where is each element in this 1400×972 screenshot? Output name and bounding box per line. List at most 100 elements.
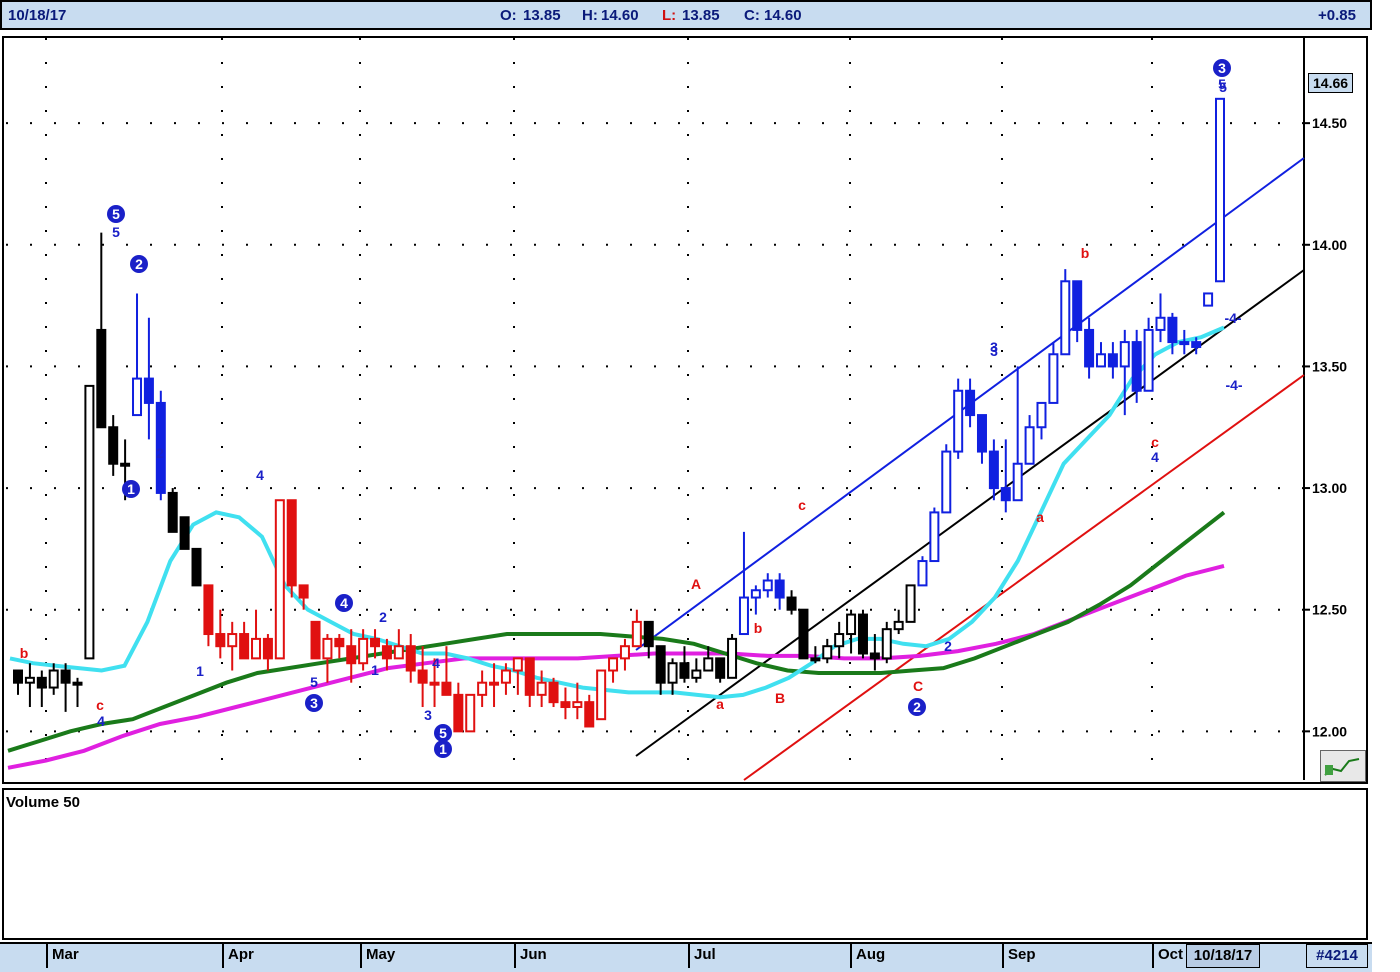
- candle-body: [465, 693, 476, 733]
- month-jun: Jun: [520, 946, 547, 963]
- candle-body: [239, 633, 250, 660]
- candle-body: [1179, 341, 1190, 346]
- candle-body: [417, 669, 428, 684]
- candle-body: [84, 384, 95, 660]
- price-tick-label: 14.50: [1312, 115, 1347, 131]
- wave-label: C: [913, 678, 923, 694]
- candle-body: [1036, 401, 1047, 429]
- candle-body: [132, 377, 143, 417]
- candle-body: [834, 633, 845, 648]
- wave-label: 5: [112, 224, 120, 240]
- candle-body: [370, 637, 381, 648]
- ma-mid-line: [7, 510, 1226, 753]
- candle-body: [1048, 353, 1059, 404]
- wave-label: 3: [424, 707, 432, 723]
- candle-body: [941, 450, 952, 514]
- candle-body: [643, 620, 654, 648]
- wave-label: 2: [913, 699, 921, 715]
- candle-body: [477, 681, 488, 696]
- wave-label: 1: [127, 481, 135, 497]
- candle-body: [572, 701, 583, 709]
- candle-body: [584, 701, 595, 728]
- candle-body: [715, 657, 726, 679]
- wave-label: 4: [432, 655, 440, 671]
- candle-body: [846, 613, 857, 636]
- price-tick-label: 12.00: [1312, 723, 1347, 739]
- candle-body: [1119, 341, 1130, 368]
- candle-body: [1072, 280, 1083, 331]
- candle-body: [857, 613, 868, 655]
- candle-body: [322, 637, 333, 660]
- candle-body: [310, 620, 321, 660]
- candle-body: [179, 516, 190, 550]
- candle-body: [667, 662, 678, 684]
- candle-body: [489, 681, 500, 686]
- wave-label: 3: [990, 339, 998, 355]
- candle-body: [679, 662, 690, 679]
- candle-body: [1203, 292, 1214, 307]
- candle-body: [774, 579, 785, 599]
- candle-body: [405, 645, 416, 672]
- wave-label: 2: [944, 638, 952, 654]
- candle-body: [929, 511, 940, 563]
- candle-body: [512, 657, 523, 672]
- wave-label: -4-: [1225, 377, 1242, 393]
- month-sep: Sep: [1008, 946, 1036, 963]
- candle-body: [1215, 97, 1225, 283]
- candle-body: [798, 608, 809, 660]
- month-tick: [222, 942, 224, 968]
- month-tick: [46, 942, 48, 968]
- wave-label: 5: [439, 725, 447, 741]
- wave-label: A: [691, 576, 701, 592]
- candle-body: [738, 596, 749, 636]
- candle-body: [596, 669, 607, 721]
- month-tick: [1152, 942, 1154, 968]
- price-tick-label: 13.50: [1312, 358, 1347, 374]
- month-tick: [1002, 942, 1004, 968]
- candle-body: [953, 389, 964, 453]
- candle-body: [262, 637, 273, 660]
- candle-body: [917, 560, 928, 587]
- candle-body: [524, 657, 535, 696]
- candle-body: [762, 579, 773, 592]
- candle-body: [1000, 487, 1011, 502]
- wave-label: -4-: [1224, 310, 1241, 326]
- candle-body: [1167, 316, 1178, 344]
- candle-body: [274, 499, 285, 660]
- volume-panel[interactable]: [2, 788, 1368, 940]
- month-tick: [360, 942, 362, 968]
- symbol-id-badge[interactable]: #4214: [1306, 944, 1368, 968]
- candle-body: [608, 657, 619, 672]
- candle-body: [334, 637, 345, 648]
- wave-label: 1: [371, 662, 379, 678]
- wave-label: 2: [379, 609, 387, 625]
- month-apr: Apr: [228, 946, 254, 963]
- candle-body: [1131, 341, 1142, 392]
- candle-body: [881, 628, 892, 660]
- lower_channel-line: [743, 374, 1305, 781]
- price-tick-label: 13.00: [1312, 480, 1347, 496]
- wave-label: 1: [439, 741, 447, 757]
- wave-label: 4: [97, 713, 105, 729]
- candle-body: [893, 620, 904, 631]
- mini-chart-icon: [1324, 758, 1360, 776]
- candle-body: [381, 645, 392, 660]
- wave-label: c: [96, 697, 104, 713]
- candle-body: [358, 637, 369, 665]
- month-oct: Oct: [1158, 946, 1184, 963]
- candle-body: [120, 462, 131, 467]
- price-tick-label: 14.00: [1312, 237, 1347, 253]
- candle-body: [631, 620, 642, 648]
- wave-label: b: [20, 645, 29, 661]
- candle-body: [1060, 280, 1071, 356]
- wave-label: 2: [135, 256, 143, 272]
- candle-body: [429, 681, 440, 686]
- current-date-badge: 10/18/17: [1186, 944, 1260, 968]
- wave-label: 2: [156, 445, 164, 461]
- chart-thumbnail-icon[interactable]: [1320, 750, 1366, 782]
- candle-body: [1095, 353, 1106, 368]
- candle-body: [191, 547, 202, 587]
- candle-body: [24, 676, 35, 684]
- candle-body: [548, 681, 559, 704]
- wave-label: 4: [340, 595, 348, 611]
